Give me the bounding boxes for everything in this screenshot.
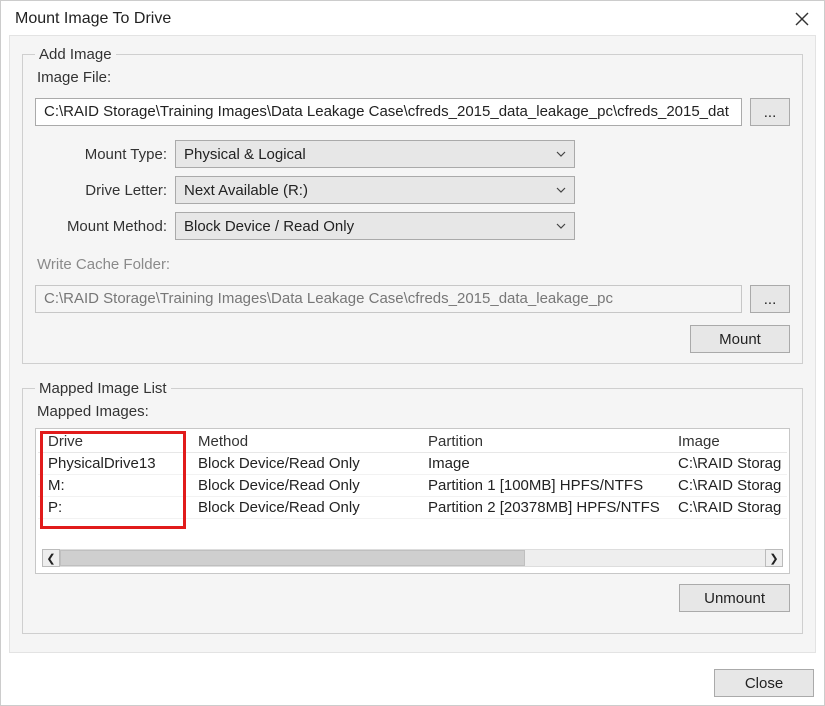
scroll-right-icon[interactable]: ❯ [765, 549, 783, 567]
write-cache-input: C:\RAID Storage\Training Images\Data Lea… [35, 285, 742, 313]
cell-partition: Partition 2 [20378MB] HPFS/NTFS [418, 497, 668, 519]
browse-image-button[interactable]: ... [750, 98, 790, 126]
close-icon[interactable] [792, 9, 812, 29]
add-image-group: Add Image Image File: C:\RAID Storage\Tr… [22, 46, 803, 364]
table-row[interactable]: M: Block Device/Read Only Partition 1 [1… [38, 475, 787, 497]
cell-drive: P: [38, 497, 188, 519]
cell-image: C:\RAID Storag [668, 453, 787, 475]
mount-type-value: Physical & Logical [184, 146, 306, 163]
browse-cache-button[interactable]: ... [750, 285, 790, 313]
cell-image: C:\RAID Storag [668, 497, 787, 519]
col-drive[interactable]: Drive [38, 431, 188, 453]
table-row[interactable]: P: Block Device/Read Only Partition 2 [2… [38, 497, 787, 519]
dialog-footer: Close [1, 661, 824, 705]
horizontal-scrollbar[interactable]: ❮ ❯ [38, 549, 787, 571]
image-file-label: Image File: [35, 69, 790, 90]
mount-type-select[interactable]: Physical & Logical [175, 140, 575, 168]
cell-drive: PhysicalDrive13 [38, 453, 188, 475]
scroll-left-icon[interactable]: ❮ [42, 549, 60, 567]
mapped-images-label: Mapped Images: [35, 403, 790, 424]
add-image-legend: Add Image [35, 46, 116, 63]
mount-method-value: Block Device / Read Only [184, 218, 354, 235]
cell-method: Block Device/Read Only [188, 453, 418, 475]
mapped-images-listbox[interactable]: Drive Method Partition Image PhysicalDri… [35, 428, 790, 574]
drive-letter-label: Drive Letter: [35, 182, 175, 199]
mount-type-label: Mount Type: [35, 146, 175, 163]
mapped-images-table: Drive Method Partition Image PhysicalDri… [38, 431, 787, 519]
scroll-track[interactable] [60, 549, 765, 567]
mount-method-select[interactable]: Block Device / Read Only [175, 212, 575, 240]
drive-letter-select[interactable]: Next Available (R:) [175, 176, 575, 204]
dialog-body: Add Image Image File: C:\RAID Storage\Tr… [9, 35, 816, 653]
col-image[interactable]: Image [668, 431, 787, 453]
close-button[interactable]: Close [714, 669, 814, 697]
drive-letter-value: Next Available (R:) [184, 182, 308, 199]
cell-partition: Image [418, 453, 668, 475]
chevron-down-icon [556, 185, 566, 195]
mount-method-label: Mount Method: [35, 218, 175, 235]
mount-button[interactable]: Mount [690, 325, 790, 353]
dialog-title: Mount Image To Drive [15, 10, 171, 28]
mapped-legend: Mapped Image List [35, 380, 171, 397]
col-method[interactable]: Method [188, 431, 418, 453]
chevron-down-icon [556, 221, 566, 231]
chevron-down-icon [556, 149, 566, 159]
cell-partition: Partition 1 [100MB] HPFS/NTFS [418, 475, 668, 497]
col-partition[interactable]: Partition [418, 431, 668, 453]
cell-method: Block Device/Read Only [188, 475, 418, 497]
titlebar: Mount Image To Drive [1, 1, 824, 35]
image-file-input[interactable]: C:\RAID Storage\Training Images\Data Lea… [35, 98, 742, 126]
unmount-button[interactable]: Unmount [679, 584, 790, 612]
mapped-image-group: Mapped Image List Mapped Images: Drive M… [22, 380, 803, 634]
table-header-row: Drive Method Partition Image [38, 431, 787, 453]
cell-image: C:\RAID Storag [668, 475, 787, 497]
write-cache-label: Write Cache Folder: [35, 256, 790, 277]
mount-image-dialog: Mount Image To Drive Add Image Image Fil… [0, 0, 825, 706]
cell-drive: M: [38, 475, 188, 497]
cell-method: Block Device/Read Only [188, 497, 418, 519]
scroll-thumb[interactable] [60, 550, 525, 566]
table-row[interactable]: PhysicalDrive13 Block Device/Read Only I… [38, 453, 787, 475]
